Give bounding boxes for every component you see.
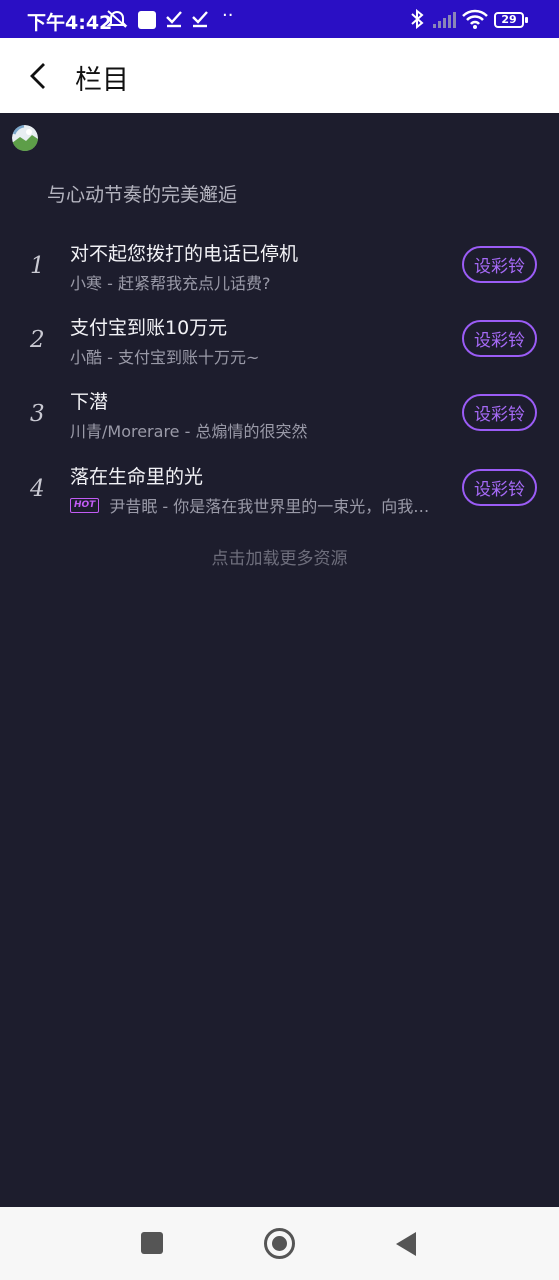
song-title: 支付宝到账10万元 <box>70 317 228 339</box>
main-content: 与心动节奏的完美邂逅 1 对不起您拨打的电话已停机 小寒 - 赶紧帮我充点儿话费… <box>0 113 559 1207</box>
song-rank: 2 <box>30 327 45 353</box>
load-more-button[interactable]: 点击加载更多资源 <box>0 544 559 569</box>
more-notifications-icon: ·· <box>222 5 234 26</box>
song-subtitle-text: 川青/Morerare - 总煽情的很突然 <box>70 422 308 441</box>
hot-badge: HOT <box>70 497 100 513</box>
song-subtitle-text: 小寒 - 赶紧帮我充点儿话费? <box>70 274 271 293</box>
song-title: 落在生命里的光 <box>70 466 204 488</box>
battery-icon: 29 <box>494 12 524 28</box>
muted-bell-icon <box>106 10 128 28</box>
song-subtitle-text: 尹昔眠 - 你是落在我世界里的一束光，向我… <box>109 497 430 516</box>
download-done-icon <box>166 11 182 28</box>
song-rank: 3 <box>30 401 45 427</box>
song-row[interactable]: 1 对不起您拨打的电话已停机 小寒 - 赶紧帮我充点儿话费? 设彩铃 <box>0 239 559 309</box>
landscape-image-icon <box>12 125 38 151</box>
battery-tip <box>525 17 528 23</box>
set-ringtone-button[interactable]: 设彩铃 <box>462 320 537 357</box>
set-ringtone-button[interactable]: 设彩铃 <box>462 469 537 506</box>
song-subtitle: HOT 尹昔眠 - 你是落在我世界里的一束光，向我… <box>70 493 429 517</box>
triangle-back-icon[interactable] <box>395 1231 417 1257</box>
recent-apps-button[interactable] <box>141 1232 163 1254</box>
song-row[interactable]: 2 支付宝到账10万元 小酷 - 支付宝到账十万元~ 设彩铃 <box>0 313 559 383</box>
set-ringtone-button[interactable]: 设彩铃 <box>462 246 537 283</box>
page-title: 栏目 <box>75 65 129 96</box>
song-title: 下潜 <box>70 391 109 413</box>
bluetooth-icon <box>411 9 424 29</box>
song-subtitle: 小寒 - 赶紧帮我充点儿话费? <box>70 270 270 294</box>
status-time: 下午4:42 <box>27 12 113 34</box>
back-button[interactable] <box>20 56 56 96</box>
circle-icon <box>272 1236 287 1251</box>
song-title: 对不起您拨打的电话已停机 <box>70 243 299 265</box>
home-button[interactable] <box>264 1228 295 1259</box>
section-thumbnail <box>12 125 38 151</box>
song-row[interactable]: 4 落在生命里的光 HOT 尹昔眠 - 你是落在我世界里的一束光，向我… 设彩铃 <box>0 462 559 532</box>
song-rank: 1 <box>30 253 45 279</box>
wifi-icon <box>462 9 488 29</box>
song-subtitle: 小酷 - 支付宝到账十万元~ <box>70 344 259 368</box>
system-nav-bar <box>0 1207 559 1280</box>
song-subtitle-text: 小酷 - 支付宝到账十万元~ <box>70 348 260 367</box>
song-rank: 4 <box>30 476 45 502</box>
song-subtitle: 川青/Morerare - 总煽情的很突然 <box>70 418 307 442</box>
set-ringtone-button[interactable]: 设彩铃 <box>462 394 537 431</box>
app-header: 栏目 <box>0 38 559 113</box>
chevron-left-icon <box>30 63 45 89</box>
notification-square-icon <box>138 11 156 29</box>
download-done-icon <box>192 11 208 28</box>
section-title: 与心动节奏的完美邂逅 <box>47 184 238 206</box>
signal-icon <box>433 12 456 28</box>
status-bar: 下午4:42 ·· 29 <box>0 0 559 38</box>
song-row[interactable]: 3 下潜 川青/Morerare - 总煽情的很突然 设彩铃 <box>0 387 559 457</box>
